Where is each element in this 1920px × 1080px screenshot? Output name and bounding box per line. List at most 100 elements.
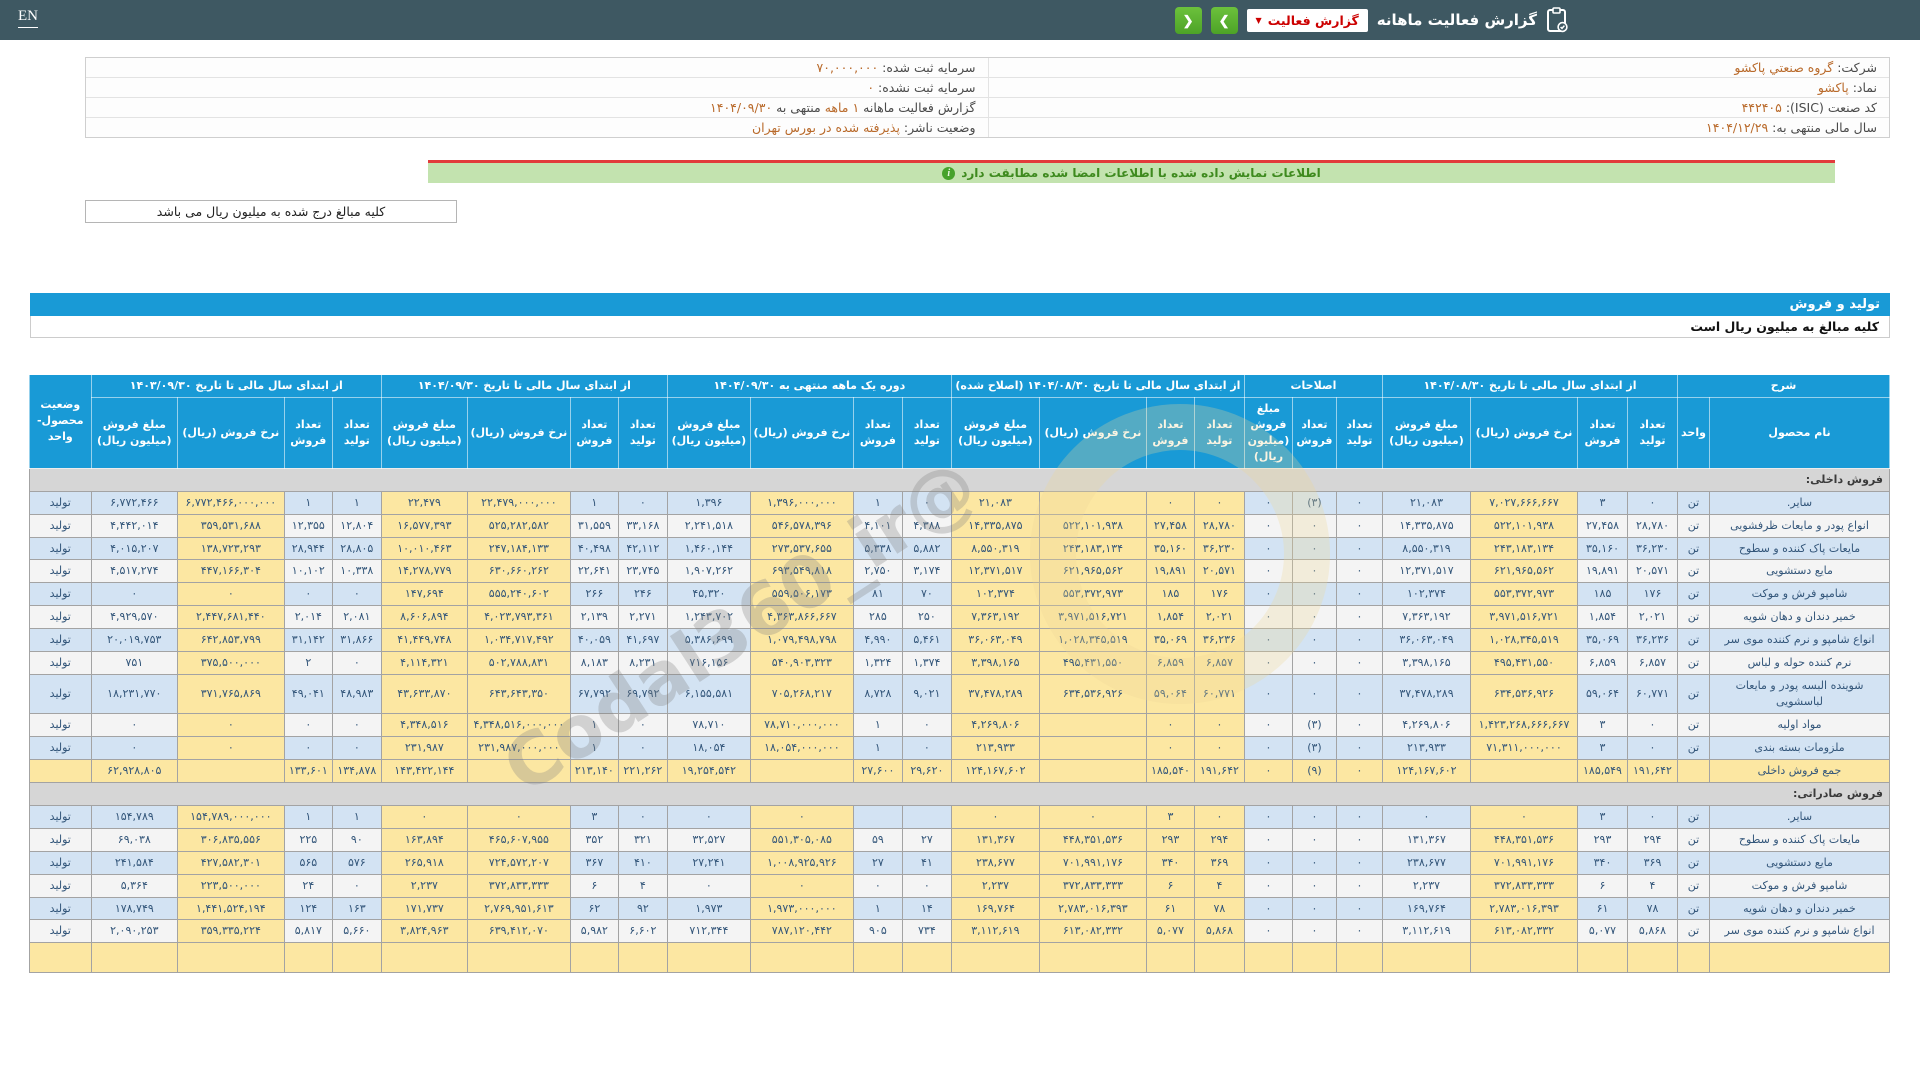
status-cell (28, 758, 92, 783)
value-cell: ۰ (1193, 735, 1245, 760)
status-cell: تولید (28, 873, 92, 898)
value-cell: ۰ (901, 873, 952, 898)
value-cell: ۲۰,۵۷۱ (1627, 559, 1678, 584)
value-cell: ۰ (1291, 651, 1337, 676)
value-cell: ۰ (901, 490, 952, 515)
info-label: شرکت: (1833, 60, 1877, 75)
value-cell: ۵۵۳,۳۷۲,۹۷۳ (1470, 582, 1578, 607)
unit-cell (1677, 758, 1710, 783)
value-cell: ۴۱۰ (617, 850, 668, 875)
value-cell: ۳۶,۲۳۶ (1627, 628, 1678, 653)
column-group-header: از ابتدای سال مالی تا تاریخ ۱۴۰۴/۰۹/۳۰ (380, 374, 668, 398)
value-cell: ۳,۹۷۱,۵۱۶,۷۲۱ (1470, 605, 1578, 630)
value-cell: ۱۸,۲۳۱,۷۷۰ (90, 674, 178, 714)
value-cell: ۳۵۹,۵۳۱,۶۸۸ (176, 513, 285, 538)
company-info-panel: شرکت: گروه صنعتي پاکشو سرمایه ثبت شده: ۷۰… (85, 57, 1890, 138)
production-sales-table: شرح از ابتدای سال مالی تا تاریخ ۱۴۰۴/۰۸/۳… (28, 374, 1891, 974)
value-cell: ۶۴۲,۸۵۳,۷۹۹ (176, 628, 285, 653)
cell (901, 942, 952, 974)
value-cell: ۰ (901, 735, 952, 760)
info-value: پاکشو (1817, 80, 1849, 95)
value-cell: ۱ (569, 490, 619, 515)
app-header: EN گزارش فعالیت ماهانه گزارش فعالیت ▼ ❯ … (0, 0, 1920, 40)
column-header: نرخ فروش (ریال) (466, 396, 571, 469)
column-header: نام محصول (1709, 396, 1890, 469)
value-cell: ۷۸,۷۱۰,۰۰۰,۰۰۰ (749, 713, 854, 737)
value-cell: ۱۳۱,۳۶۷ (1381, 827, 1472, 852)
value-cell: ۰ (1243, 758, 1293, 783)
value-cell: ۶۱ (1145, 896, 1195, 921)
value-cell: ۱,۳۷۴ (901, 651, 952, 676)
product-name-cell: مایعات پاک کننده و سطوح (1709, 536, 1890, 561)
value-cell: ۱,۳۲۴ (852, 651, 903, 676)
nav-forward-button[interactable]: ❯ (1210, 6, 1238, 34)
value-cell: ۲۳۸,۶۷۷ (1381, 850, 1472, 875)
report-type-dropdown[interactable]: گزارش فعالیت ▼ (1246, 8, 1368, 32)
column-header: مبلغ فروش (میلیون ریال) (1381, 396, 1472, 469)
table-row: سایر. تن ۰ ۳ ۷,۰۲۷,۶۶۶,۶۶۷ ۲۱,۰۸۳ ۰ (۳) ۰ ۰ ۰ ۲۱,۰۸… (28, 490, 1890, 515)
company-info-cell: سرمایه ثبت شده: ۷۰,۰۰۰,۰۰۰ (86, 58, 988, 77)
column-header: مبلغ فروش (میلیون ریال) (380, 396, 468, 469)
value-cell: ۲۹۳ (1577, 827, 1628, 852)
value-cell: ۰ (1243, 605, 1293, 630)
value-cell: ۲۹۳ (1145, 827, 1195, 852)
value-cell: ۳ (1577, 490, 1628, 515)
value-cell: ۷۵۱ (90, 651, 178, 676)
value-cell: ۲۴۳,۱۸۳,۱۳۴ (1470, 536, 1578, 561)
value-cell: ۱۰,۳۳۸ (331, 559, 382, 584)
column-header: واحد (1677, 396, 1710, 469)
column-group-header: اصلاحات (1243, 374, 1383, 398)
value-cell: ۹۲ (617, 896, 668, 921)
value-cell: ۴۹,۰۴۱ (283, 674, 333, 714)
value-cell: ۰ (1291, 896, 1337, 921)
value-cell: ۲۶۶ (569, 582, 619, 607)
value-cell: ۲۲,۴۷۹,۰۰۰,۰۰۰ (466, 490, 571, 515)
value-cell: ۶۳۹,۴۱۲,۰۷۰ (466, 919, 571, 944)
product-name-cell: سایر. (1709, 490, 1890, 515)
value-cell: ۸,۱۸۳ (569, 651, 619, 676)
unit-cell: تن (1677, 536, 1710, 561)
table-row: ملزومات بسته بندی تن ۰ ۳ ۷۱,۳۱۱,۰۰۰,۰۰۰ ۲۱۳,۹… (28, 735, 1890, 760)
value-cell: ۵,۶۶۰ (331, 919, 382, 944)
value-cell: ۰ (1335, 605, 1383, 630)
nav-back-button[interactable]: ❮ (1174, 6, 1202, 34)
info-value: گروه صنعتي پاکشو (1734, 60, 1834, 75)
value-cell: ۰ (617, 735, 668, 760)
value-cell: ۲۸,۸۰۵ (331, 536, 382, 561)
value-cell: ۶۲,۹۲۸,۸۰۵ (90, 758, 178, 783)
table-row: خمیر دندان و دهان شویه تن ۲,۰۲۱ ۱,۸۵۴ ۳,۹۷۱,… (28, 605, 1890, 630)
value-cell: ۵,۰۷۷ (1577, 919, 1628, 944)
language-toggle-en[interactable]: EN (18, 8, 38, 28)
value-cell: ۵,۳۳۸ (852, 536, 903, 561)
value-cell: ۳۷,۴۷۸,۲۸۹ (950, 674, 1040, 714)
cell (283, 942, 333, 974)
value-cell: ۱۴۳,۴۲۲,۱۴۴ (380, 758, 468, 783)
value-cell: ۰ (176, 735, 285, 760)
value-cell: ۴۱ (901, 850, 952, 875)
value-cell: ۰ (90, 582, 178, 607)
value-cell: ۰ (1291, 605, 1337, 630)
info-label: گزارش فعالیت ماهانه (859, 100, 976, 115)
value-cell: ۴,۱۱۴,۳۲۱ (380, 651, 468, 676)
value-cell: ۵,۹۸۲ (569, 919, 619, 944)
value-cell: ۵,۴۶۱ (901, 628, 952, 653)
product-name-cell: جمع فروش داخلی (1709, 758, 1890, 783)
cell (1038, 942, 1147, 974)
value-cell: ۳,۱۱۲,۶۱۹ (1381, 919, 1472, 944)
status-cell: تولید (28, 582, 92, 607)
column-header: نرخ فروش (ریال) (176, 396, 285, 469)
report-type-dropdown-label: گزارش فعالیت (1267, 12, 1359, 28)
value-cell: ۶ (1145, 873, 1195, 898)
value-cell: ۰ (1291, 513, 1337, 538)
value-cell: ۸,۵۵۰,۳۱۹ (950, 536, 1040, 561)
value-cell: ۶,۷۷۲,۴۶۶,۰۰۰,۰۰۰ (176, 490, 285, 515)
column-group-header: وضعیت محصول-واحد (28, 374, 92, 469)
value-cell: ۷,۳۶۳,۱۹۲ (1381, 605, 1472, 630)
value-cell: ۷,۳۶۳,۱۹۲ (950, 605, 1040, 630)
value-cell: ۱۲۴,۱۶۷,۶۰۲ (950, 758, 1040, 783)
value-cell: ۶۱ (1577, 896, 1628, 921)
status-cell: تولید (28, 628, 92, 653)
column-group-header: از ابتدای سال مالی تا تاریخ ۱۴۰۳/۰۹/۳۰ (90, 374, 382, 398)
company-info-row: سال مالی منتهی به: ۱۴۰۴/۱۲/۲۹ وضعیت ناشر:… (86, 118, 1889, 137)
value-cell: ۶۰,۷۷۱ (1193, 674, 1245, 714)
